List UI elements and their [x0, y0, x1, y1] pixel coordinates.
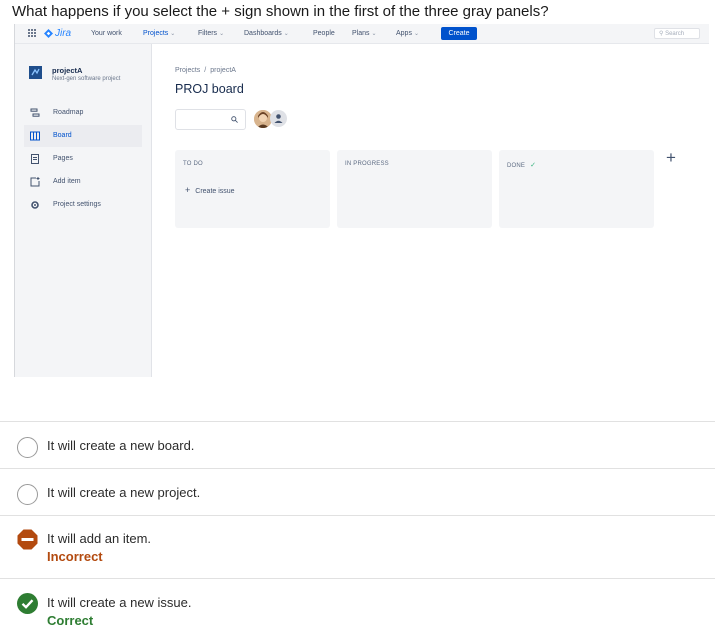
feedback-incorrect: Incorrect	[47, 549, 103, 564]
sidebar-item-roadmap: Roadmap	[24, 102, 142, 124]
jira-top-nav: Jira Your work Projects ⌄ Filters ⌄ Dashbo…	[14, 24, 709, 44]
project-name: projectA	[52, 66, 83, 75]
option-text: It will add an item.	[47, 531, 152, 546]
jira-logo-text: Jira	[55, 28, 72, 39]
board-search-input	[175, 109, 246, 130]
add-item-icon	[30, 177, 40, 187]
answer-option-2[interactable]: It will create a new project.	[0, 468, 715, 515]
project-sidebar: projectA Next-gen software project Roadm…	[14, 44, 152, 377]
sidebar-item-project-settings: Project settings	[24, 194, 142, 216]
nav-people: People	[313, 30, 335, 37]
sidebar-item-add-item: Add item	[24, 171, 142, 193]
app-switcher-icon	[28, 29, 37, 38]
add-people-icon	[270, 110, 287, 127]
board-icon	[30, 131, 40, 141]
column-done: DONE ✓	[499, 150, 654, 228]
column-in-progress: IN PROGRESS	[337, 150, 492, 228]
nav-apps: Apps ⌄	[396, 30, 419, 37]
add-column-button: +	[666, 148, 676, 167]
nav-filters: Filters ⌄	[198, 30, 225, 37]
answer-option-3[interactable]: It will add an item. Incorrect	[0, 515, 715, 578]
correct-icon	[17, 593, 38, 614]
answer-option-4[interactable]: It will create a new issue. Correct	[0, 578, 715, 637]
answer-option-1[interactable]: It will create a new board.	[0, 421, 715, 468]
project-type: Next-gen software project	[52, 76, 121, 82]
column-to-do: TO DO + Create issue	[175, 150, 330, 228]
jira-screenshot: Jira Your work Projects ⌄ Filters ⌄ Dashbo…	[14, 24, 709, 377]
sidebar-item-board: Board	[24, 125, 142, 147]
question-text: What happens if you select the + sign sh…	[12, 3, 549, 20]
nav-your-work: Your work	[91, 30, 122, 37]
gear-icon	[31, 201, 39, 209]
nav-plans: Plans ⌄	[352, 30, 377, 37]
nav-projects: Projects ⌄	[143, 30, 176, 37]
search-input: ⚲ Search	[654, 28, 700, 39]
radio-button[interactable]	[17, 484, 38, 505]
option-text: It will create a new board.	[47, 438, 195, 453]
chevron-down-icon: ⌄	[170, 31, 176, 37]
search-icon	[231, 116, 238, 123]
check-icon: ✓	[530, 162, 537, 169]
incorrect-icon	[17, 529, 38, 550]
jira-logo-icon	[44, 29, 53, 38]
sidebar-item-pages: Pages	[24, 148, 142, 170]
plus-icon: +	[185, 185, 191, 195]
feedback-correct: Correct	[47, 613, 94, 628]
option-text: It will create a new issue.	[47, 595, 192, 610]
project-avatar	[29, 66, 42, 79]
roadmap-icon	[30, 108, 40, 117]
create-issue-button: + Create issue	[185, 185, 235, 195]
chevron-down-icon: ⌄	[413, 31, 419, 37]
nav-dashboards: Dashboards ⌄	[244, 30, 289, 37]
board-title: PROJ board	[175, 82, 244, 96]
chevron-down-icon: ⌄	[371, 31, 377, 37]
screenshot-border	[14, 24, 15, 377]
radio-button[interactable]	[17, 437, 38, 458]
option-text: It will create a new project.	[47, 485, 201, 500]
breadcrumb: Projects / projectA	[175, 67, 236, 74]
create-button: Create	[441, 27, 477, 40]
chevron-down-icon: ⌄	[219, 31, 225, 37]
chevron-down-icon: ⌄	[283, 31, 289, 37]
pages-icon	[31, 154, 39, 164]
